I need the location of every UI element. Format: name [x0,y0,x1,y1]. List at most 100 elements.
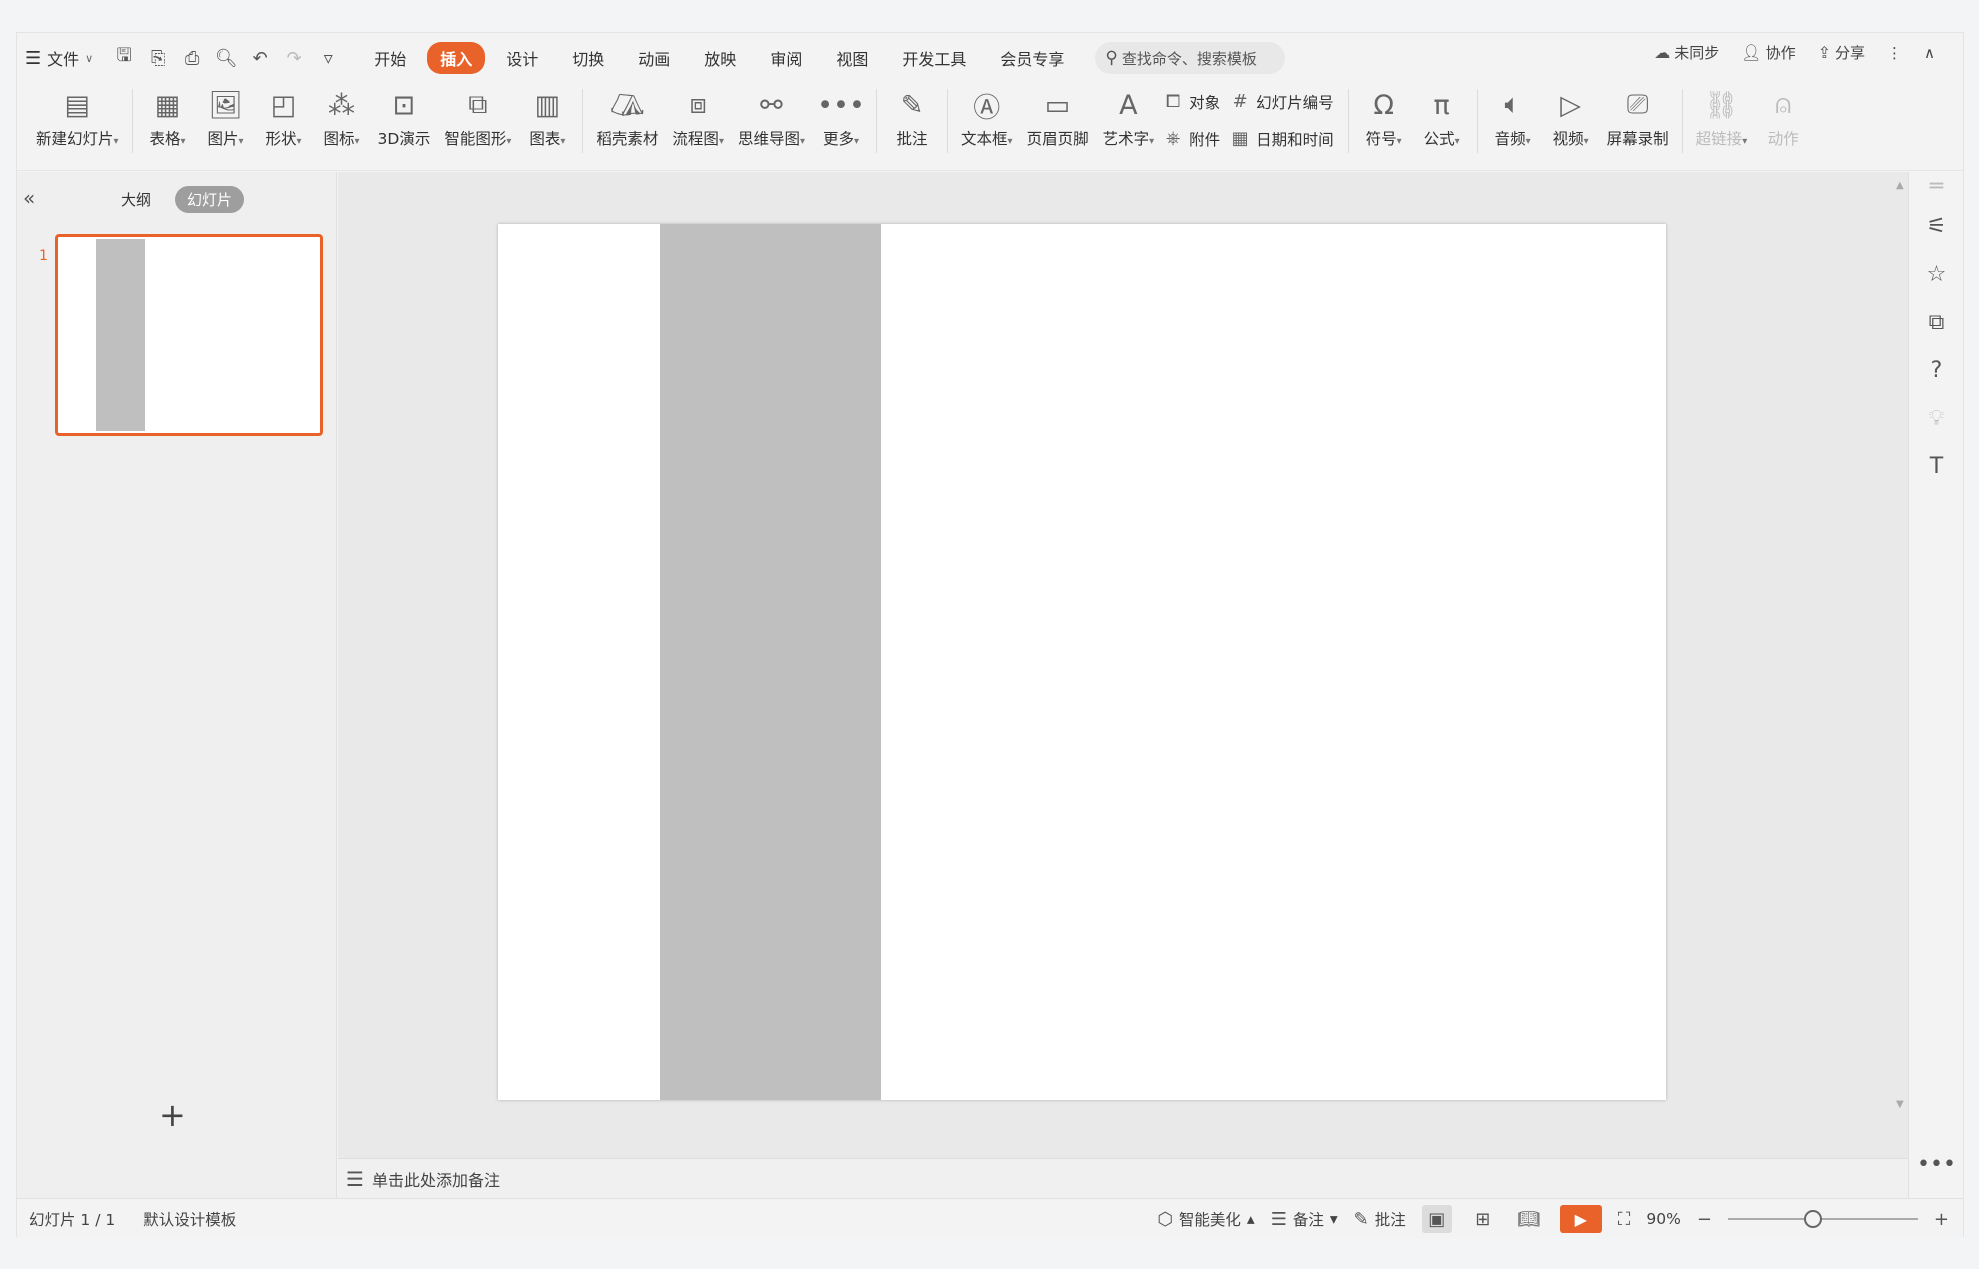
drag-handle-icon[interactable]: ═ [1909,174,1964,199]
tab-member[interactable]: 会员专享 [987,42,1077,74]
audio-label: 音频 [1494,130,1526,148]
command-search-input[interactable]: ⚲ 查找命令、搜索模板 [1095,42,1286,74]
3d-presentation-button[interactable]: ⊡ 3D演示 [373,83,436,159]
new-slide-button[interactable]: ▤ 新建幻灯片▾ [31,83,124,159]
top-right-actions: ☁ 未同步 👤︎ 协作 ⇪ 分享 ⋮ ∧ [1654,42,1935,63]
slide-number-button[interactable]: # 幻灯片编号 [1230,87,1334,117]
notes-bar[interactable]: ☰ 单击此处添加备注 [338,1158,1910,1198]
sorter-view-icon[interactable]: ⊞ [1468,1205,1498,1233]
tab-animation[interactable]: 动画 [625,42,683,74]
print-icon[interactable]: ⎙ [177,48,207,69]
video-button[interactable]: ▷ 视频▾ [1544,83,1598,159]
zoom-level[interactable]: 90% [1646,1210,1680,1228]
share-button[interactable]: ⇪ 分享 [1818,42,1865,63]
ribbon-separator [582,89,584,153]
play-slideshow-icon[interactable]: ▶ [1559,1205,1602,1233]
scroll-up-icon[interactable]: ▲ [1896,180,1904,191]
more-label: 更多 [822,130,854,148]
picture-button[interactable]: 🖼︎ 图片▾ [199,83,253,159]
tab-design[interactable]: 设计 [493,42,551,74]
normal-view-icon[interactable]: ▣ [1421,1205,1452,1233]
3d-label: 3D演示 [377,130,431,148]
more-horizontal-icon[interactable]: ••• [1909,1152,1964,1177]
notes-icon: ☰ [346,1166,364,1191]
chevron-down-icon: ▾ [1329,1210,1338,1228]
tab-developer[interactable]: 开发工具 [889,42,979,74]
comments-label: 批注 [1374,1211,1406,1229]
fit-window-icon[interactable]: ⛶ [1618,1209,1631,1230]
lightbulb-icon[interactable]: 💡︎ [1909,406,1964,431]
attachment-button[interactable]: ⎈ 附件 [1163,124,1220,154]
hyperlink-button[interactable]: ⛓ 超链接▾ [1691,83,1753,159]
tab-slides[interactable]: 幻灯片 [175,186,245,213]
comment-button[interactable]: ✎ 批注 [885,83,939,159]
formula-button[interactable]: π 公式▾ [1415,83,1469,159]
vertical-scrollbar[interactable]: ▲ ▼ [1896,180,1906,1140]
zoom-out-icon[interactable]: − [1697,1209,1712,1230]
object-button[interactable]: ⧠ 对象 [1163,87,1220,117]
text-icon[interactable]: T [1909,454,1964,479]
tab-outline[interactable]: 大纲 [109,186,163,213]
word-art-button[interactable]: A 艺术字▾ [1098,83,1160,159]
customize-toolbar-icon[interactable]: ▿ [313,48,343,69]
ribbon-separator [1347,89,1349,153]
collapse-ribbon-icon[interactable]: ∧ [1924,44,1935,62]
zoom-in-icon[interactable]: + [1934,1209,1949,1230]
smart-beautify-button[interactable]: ⬡ 智能美化 ▴ [1157,1208,1255,1230]
date-time-button[interactable]: ▦ 日期和时间 [1230,124,1334,154]
format-painter-icon[interactable]: ⎘ [143,48,173,69]
search-placeholder: 查找命令、搜索模板 [1121,49,1257,68]
slides-icon[interactable]: ⧉ [1909,310,1964,335]
save-icon[interactable]: 🖫 [109,43,139,73]
collaborate-button[interactable]: 👤︎ 协作 [1741,42,1795,63]
chart-button[interactable]: ▥ 图表▾ [520,83,574,159]
template-name[interactable]: 默认设计模板 [143,1208,236,1230]
settings-sliders-icon[interactable]: ⚟ [1909,214,1964,239]
header-footer-button[interactable]: ▭ 页眉页脚 [1022,83,1094,159]
smart-art-button[interactable]: ⧉ 智能图形▾ [439,83,516,159]
icons-button[interactable]: ⁂ 图标▾ [315,83,369,159]
docer-material-button[interactable]: ⛺︎ 稻壳素材 [591,83,663,159]
scroll-down-icon[interactable]: ▼ [1896,1099,1904,1110]
more-button[interactable]: ••• 更多▾ [814,83,868,159]
slide-canvas[interactable] [498,224,1666,1100]
help-icon[interactable]: ? [1909,358,1964,383]
table-button[interactable]: ▦ 表格▾ [141,83,195,159]
tab-insert[interactable]: 插入 [427,42,486,74]
sync-button[interactable]: ☁ 未同步 [1654,42,1719,63]
tab-view[interactable]: 视图 [823,42,881,74]
mindmap-button[interactable]: ⚯ 思维导图▾ [733,83,810,159]
audio-button[interactable]: 🔈︎ 音频▾ [1486,83,1540,159]
ribbon-separator [947,89,949,153]
zoom-slider-knob[interactable] [1803,1210,1822,1228]
tab-review[interactable]: 审阅 [757,42,815,74]
action-button[interactable]: ⍝ 动作 [1756,83,1810,159]
screen-record-button[interactable]: ⎚ 屏幕录制 [1602,83,1674,159]
speaker-icon: 🔈︎ [1504,89,1521,120]
new-slide-label: 新建幻灯片 [36,130,114,148]
link-icon: ⛓ [1704,90,1739,121]
reading-view-icon[interactable]: 📖︎ [1514,1205,1544,1233]
add-slide-icon[interactable]: + [159,1096,186,1134]
attachment-label: 附件 [1189,130,1221,149]
shape-button[interactable]: ◰ 形状▾ [257,83,311,159]
star-icon[interactable]: ☆ [1909,262,1964,287]
collapse-panel-icon[interactable]: « [23,186,35,210]
zoom-slider[interactable] [1727,1210,1918,1228]
comments-toggle-button[interactable]: ✎ 批注 [1354,1208,1406,1230]
gray-rectangle-shape[interactable] [660,224,881,1100]
symbol-button[interactable]: Ω 符号▾ [1357,83,1411,159]
redo-icon[interactable]: ↷ [279,48,309,69]
more-vertical-icon[interactable]: ⋮ [1887,44,1902,62]
textbox-button[interactable]: Ⓐ 文本框▾ [956,83,1018,159]
tab-home[interactable]: 开始 [361,42,419,74]
slide-thumbnail[interactable] [55,234,323,436]
print-preview-icon[interactable]: 🔍︎ [211,48,241,69]
notes-toggle-button[interactable]: ☰ 备注 ▾ [1271,1208,1338,1230]
undo-icon[interactable]: ↶ [245,48,275,69]
ribbon-tabs: 开始 插入 设计 切换 动画 放映 审阅 视图 开发工具 会员专享 [357,42,1081,74]
flowchart-button[interactable]: ⧈ 流程图▾ [667,83,729,159]
file-menu-button[interactable]: ☰ 文件 ∨ [17,42,101,74]
tab-transitions[interactable]: 切换 [559,42,617,74]
tab-slideshow[interactable]: 放映 [691,42,749,74]
